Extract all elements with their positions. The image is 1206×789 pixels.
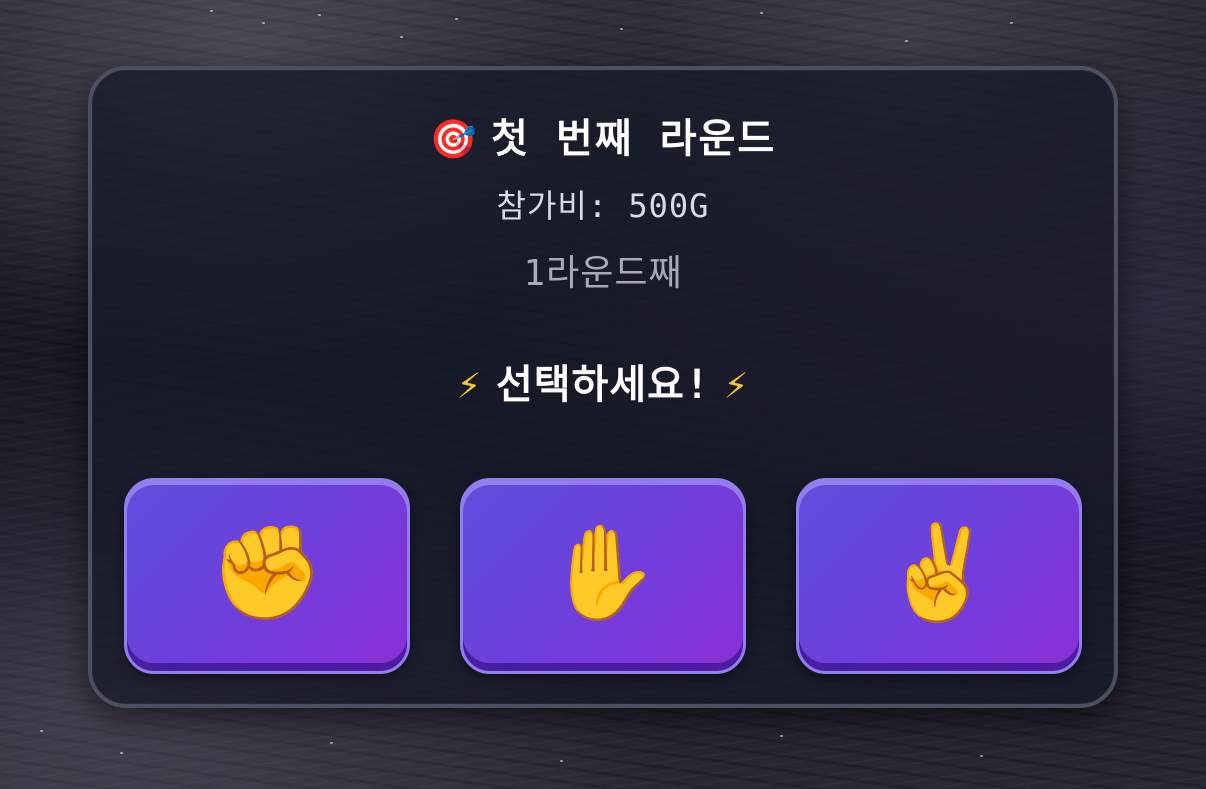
fist-icon: ✊ — [209, 519, 325, 626]
water-glint — [330, 742, 333, 744]
water-glint — [1010, 22, 1013, 24]
rock-button[interactable]: ✊ — [124, 478, 410, 674]
lightning-icon: ⚡ — [724, 362, 750, 408]
choice-prompt: ⚡ 선택하세요! ⚡ — [92, 360, 1114, 410]
water-glint — [905, 40, 908, 42]
water-glint — [760, 12, 763, 14]
water-glint — [318, 14, 321, 16]
water-glint — [980, 755, 983, 757]
water-glint — [780, 735, 783, 737]
paper-button[interactable]: ✋ — [460, 478, 746, 674]
round-title: 🎯 첫 번째 라운드 — [92, 114, 1114, 164]
dart-target-icon: 🎯 — [429, 117, 480, 161]
water-glint — [40, 730, 43, 732]
water-glint — [120, 752, 123, 754]
entry-fee: 참가비: 500G — [496, 187, 710, 225]
choice-prompt-text: 선택하세요! — [495, 362, 711, 408]
water-glint — [210, 10, 213, 12]
water-glint — [455, 18, 458, 20]
water-glint — [620, 28, 623, 30]
round-title-text: 첫 번째 라운드 — [491, 116, 777, 162]
open-hand-icon: ✋ — [545, 519, 661, 626]
round-panel: 🎯 첫 번째 라운드 참가비: 500G 1라운드째 ⚡ 선택하세요! ⚡ ✊ ✋ ✌… — [88, 66, 1118, 708]
lightning-icon: ⚡ — [456, 362, 482, 408]
water-glint — [560, 760, 563, 762]
victory-hand-icon: ✌️ — [881, 519, 997, 626]
round-counter: 1라운드째 — [523, 253, 683, 294]
scissors-button[interactable]: ✌️ — [796, 478, 1082, 674]
water-glint — [262, 22, 265, 24]
water-glint — [400, 36, 403, 38]
